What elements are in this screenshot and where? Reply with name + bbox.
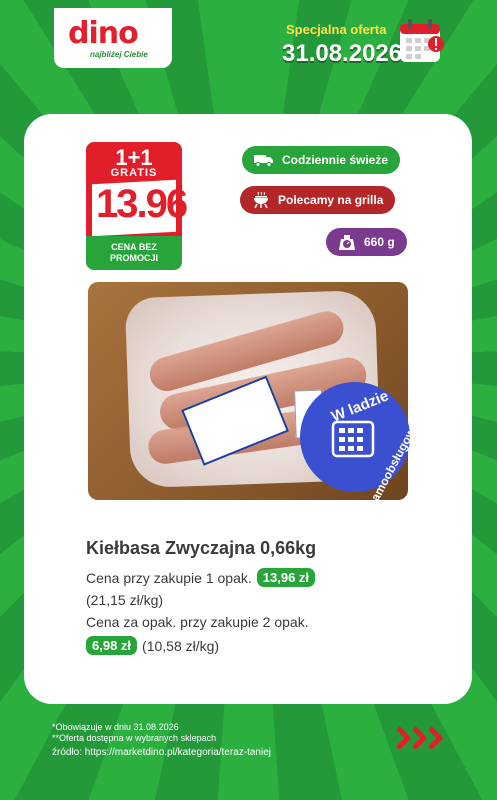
unit-price-2: (10,58 zł/kg) xyxy=(142,637,220,654)
footer-note-1: *Obowiązuje w dniu 31.08.2026 xyxy=(52,722,179,732)
price-label-1: Cena przy zakupie 1 opak. xyxy=(86,569,252,586)
grill-icon xyxy=(254,191,268,209)
grill-tag-label: Polecamy na grilla xyxy=(278,193,384,207)
price-line-2: Cena za opak. przy zakupie 2 opak. xyxy=(86,614,309,630)
shelf-icon xyxy=(331,420,375,458)
offer-card[interactable]: 1+1 GRATIS 13.96 CENA BEZ PROMOCJI Codzi… xyxy=(24,114,472,704)
fresh-tag: Codziennie świeże xyxy=(242,146,401,174)
scale-icon xyxy=(339,235,355,250)
unit-price-1: (21,15 zł/kg) xyxy=(86,592,164,608)
price-label-2: Cena za opak. przy zakupie 2 opak. xyxy=(86,614,309,630)
truck-icon xyxy=(254,155,273,167)
product-title: Kiełbasa Zwyczajna 0,66kg xyxy=(86,538,317,558)
logo-tagline: najbliżej Ciebie xyxy=(90,50,148,59)
dino-logo[interactable]: dino najbliżej Ciebie xyxy=(54,8,172,68)
offer-label: Specjalna oferta xyxy=(286,22,387,37)
price-2: 6,98 zł xyxy=(86,636,138,655)
source-link[interactable]: źródło: https://marketdino.pl/kategoria/… xyxy=(52,747,271,758)
note-line-2: PROMOCJI xyxy=(109,253,158,263)
footer: *Obowiązuje w dniu 31.08.2026 **Oferta d… xyxy=(52,722,271,758)
offer-date: 31.08.2026 xyxy=(282,40,403,67)
price-badge-note: CENA BEZ PROMOCJI xyxy=(86,236,182,270)
footer-note-2: **Oferta dostępna w wybranych sklepach xyxy=(52,733,217,743)
price-badge: 1+1 GRATIS 13.96 CENA BEZ PROMOCJI xyxy=(86,142,188,270)
logo-text: dino xyxy=(68,16,139,51)
next-arrows-icon[interactable] xyxy=(396,722,448,754)
unit-price-line-1: (21,15 zł/kg) xyxy=(86,592,163,608)
grill-tag: Polecamy na grilla xyxy=(240,186,396,214)
calendar-icon xyxy=(400,19,444,62)
price-line-1: Cena przy zakupie 1 opak. 13,96 zł xyxy=(86,568,316,587)
weight-tag-label: 660 g xyxy=(364,235,395,249)
price-line-2b: 6,98 zł (10,58 zł/kg) xyxy=(86,636,219,655)
price-1: 13,96 zł xyxy=(256,568,316,587)
badge-price: 13.96 xyxy=(96,182,188,226)
gratis-label: GRATIS xyxy=(110,167,158,179)
weight-tag: 660 g xyxy=(326,228,407,256)
header: dino najbliżej Ciebie Specjalna oferta 3… xyxy=(0,0,497,105)
note-line-1: CENA BEZ xyxy=(111,242,157,252)
fresh-tag-label: Codziennie świeże xyxy=(282,153,389,167)
self-service-badge: W ladzie samoobsługowej xyxy=(300,382,423,509)
